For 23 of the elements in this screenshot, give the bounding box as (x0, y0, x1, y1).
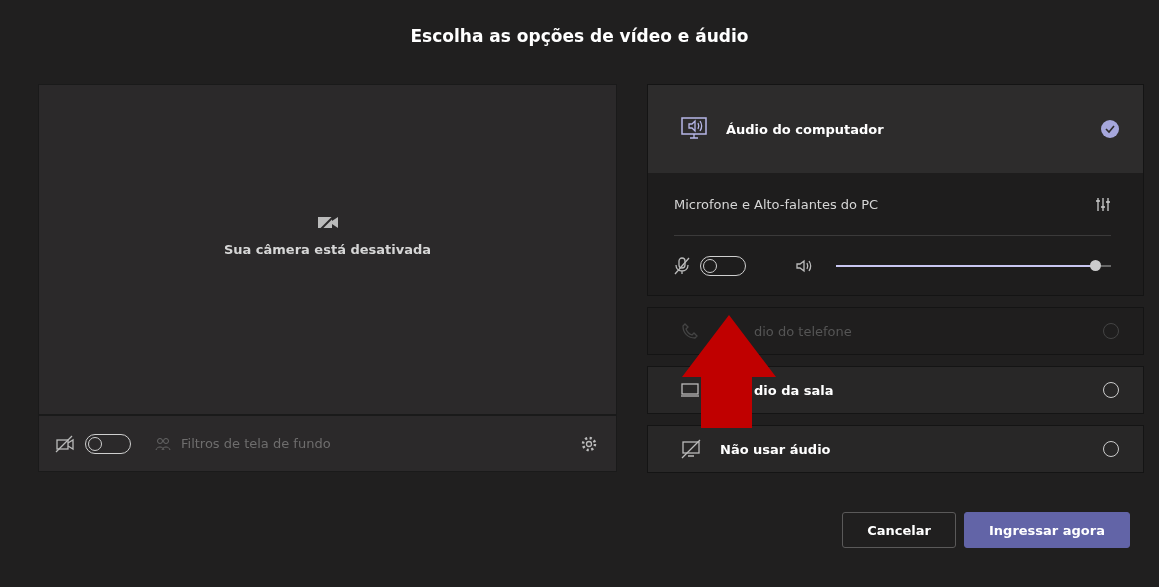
camera-off-icon (55, 434, 75, 453)
no-audio-icon (680, 439, 702, 459)
device-label: Microfone e Alto-falantes do PC (674, 196, 880, 212)
background-filters-label: Filtros de tela de fundo (181, 436, 332, 451)
mic-off-icon (674, 256, 690, 275)
sliders-icon[interactable] (1095, 196, 1111, 212)
background-filters-icon (155, 435, 171, 452)
option-label: dio da sala (753, 382, 835, 398)
speaker-icon (796, 258, 814, 273)
audio-option[interactable]: Não usar áudio (647, 425, 1144, 473)
monitor-icon (680, 382, 700, 398)
volume-thumb[interactable] (1089, 259, 1101, 271)
cancel-button[interactable]: Cancelar (842, 512, 956, 548)
check-icon (1101, 120, 1119, 138)
phone-icon (680, 321, 700, 341)
computer-audio-option[interactable]: Áudio do computador (648, 85, 1143, 173)
camera-off-message: Sua câmera está desativada (223, 242, 432, 257)
settings-icon[interactable] (580, 434, 598, 453)
dialog-title: Escolha as opções de vídeo e áudio (409, 25, 750, 48)
computer-audio-label: Áudio do computador (726, 121, 885, 137)
join-button[interactable]: Ingressar agora (964, 512, 1130, 548)
monitor-speaker-icon (680, 116, 708, 142)
option-label: Não usar áudio (720, 441, 832, 457)
